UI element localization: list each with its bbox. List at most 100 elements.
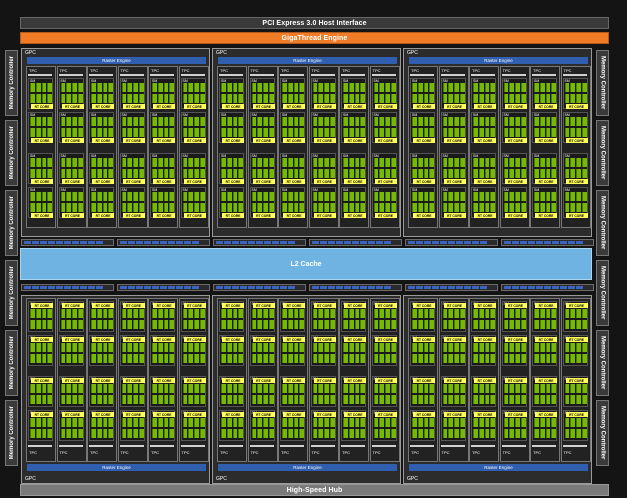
core-cell xyxy=(263,192,268,201)
core-cell xyxy=(509,309,514,318)
core-cell xyxy=(299,309,304,318)
cuda-core-array xyxy=(312,83,335,92)
cuda-core-array xyxy=(121,395,144,404)
l2-slice xyxy=(352,241,359,244)
core-cell xyxy=(442,128,448,137)
core-cell xyxy=(478,429,484,438)
core-cell xyxy=(570,395,575,404)
core-cell xyxy=(343,94,348,103)
core-cell xyxy=(287,418,293,427)
l2-slice xyxy=(88,241,95,244)
core-cell xyxy=(102,117,108,126)
memory-controller-label: Memory Controller xyxy=(599,336,606,390)
core-cell xyxy=(478,384,484,393)
core-cell xyxy=(199,192,205,201)
polymorph-engine xyxy=(58,74,83,76)
cuda-core-array xyxy=(91,354,113,363)
rt-core: RT CORE xyxy=(283,337,305,342)
rt-core: RT CORE xyxy=(252,337,275,342)
core-cell xyxy=(539,384,545,393)
core-cell xyxy=(293,320,299,329)
core-cell xyxy=(348,384,354,393)
core-cell xyxy=(442,343,448,352)
sm-block: SMRT CORE xyxy=(371,153,397,184)
rt-core: RT CORE xyxy=(474,213,496,218)
core-cell xyxy=(133,418,138,427)
core-cell xyxy=(379,94,384,103)
core-cell xyxy=(169,94,174,103)
core-cell xyxy=(423,169,429,178)
tpc-label: TPC xyxy=(250,450,259,455)
core-cell xyxy=(108,429,113,438)
cuda-core-array xyxy=(412,117,434,126)
core-cell xyxy=(41,354,47,363)
core-cell xyxy=(133,320,138,329)
cuda-core-array xyxy=(473,203,495,212)
memory-controller-left: Memory Controller xyxy=(5,120,18,186)
cuda-core-array xyxy=(282,384,304,393)
tpc-label: TPC xyxy=(250,68,259,73)
core-cell xyxy=(576,94,581,103)
gpc-block: GPC Raster Engine TPC SM RT CORE SM RT CORE SM R… xyxy=(212,48,401,237)
cuda-core-array xyxy=(503,320,526,329)
core-cell xyxy=(60,395,66,404)
core-cell xyxy=(509,395,514,404)
core-cell xyxy=(96,320,102,329)
core-cell xyxy=(127,117,132,126)
core-cell xyxy=(515,83,520,92)
core-cell xyxy=(360,117,365,126)
cuda-core-array xyxy=(60,83,83,92)
l2-slice xyxy=(248,241,255,244)
rt-core: RT CORE xyxy=(222,337,244,342)
cuda-core-array xyxy=(343,309,365,318)
core-cell xyxy=(473,418,478,427)
core-cell xyxy=(268,169,274,178)
core-cell xyxy=(121,343,127,352)
core-cell xyxy=(163,83,169,92)
cuda-core-array xyxy=(503,384,526,393)
core-cell xyxy=(473,169,478,178)
high-speed-hub: High-Speed Hub xyxy=(20,484,609,496)
core-cell xyxy=(232,94,238,103)
core-cell xyxy=(257,128,262,137)
cuda-core-array xyxy=(312,354,335,363)
cuda-core-array xyxy=(412,343,434,352)
l2-slice xyxy=(536,241,543,244)
core-cell xyxy=(324,203,329,212)
cuda-core-array xyxy=(412,429,434,438)
core-cell xyxy=(221,158,226,167)
cuda-core-array xyxy=(30,158,52,167)
core-cell xyxy=(35,94,41,103)
core-cell xyxy=(199,94,205,103)
cuda-core-array xyxy=(182,192,205,201)
tpc-label: TPC xyxy=(441,450,450,455)
core-cell xyxy=(515,94,520,103)
cuda-core-array xyxy=(60,384,83,393)
core-cell xyxy=(373,395,379,404)
core-cell xyxy=(379,395,384,404)
rt-core: RT CORE xyxy=(344,179,366,184)
memory-controller-right: Memory Controller xyxy=(596,120,609,186)
core-cell xyxy=(133,169,138,178)
cuda-core-array xyxy=(412,128,434,137)
core-cell xyxy=(108,117,113,126)
cuda-core-array xyxy=(282,117,304,126)
core-cell xyxy=(138,418,144,427)
core-cell xyxy=(194,169,199,178)
cuda-core-array xyxy=(182,117,205,126)
core-cell xyxy=(66,309,71,318)
sm-block: SMRT CORE xyxy=(180,410,206,441)
core-cell xyxy=(152,158,157,167)
core-cell xyxy=(194,203,199,212)
core-cell xyxy=(478,418,484,427)
core-cell xyxy=(133,128,138,137)
core-cell xyxy=(448,418,453,427)
rt-core: RT CORE xyxy=(313,378,336,383)
rt-core: RT CORE xyxy=(344,337,366,342)
core-cell xyxy=(127,320,132,329)
sm-block: SMRT CORE xyxy=(501,301,527,332)
l2-slice xyxy=(376,286,383,289)
core-cell xyxy=(182,343,188,352)
core-cell xyxy=(287,354,293,363)
cuda-core-array xyxy=(312,395,335,404)
